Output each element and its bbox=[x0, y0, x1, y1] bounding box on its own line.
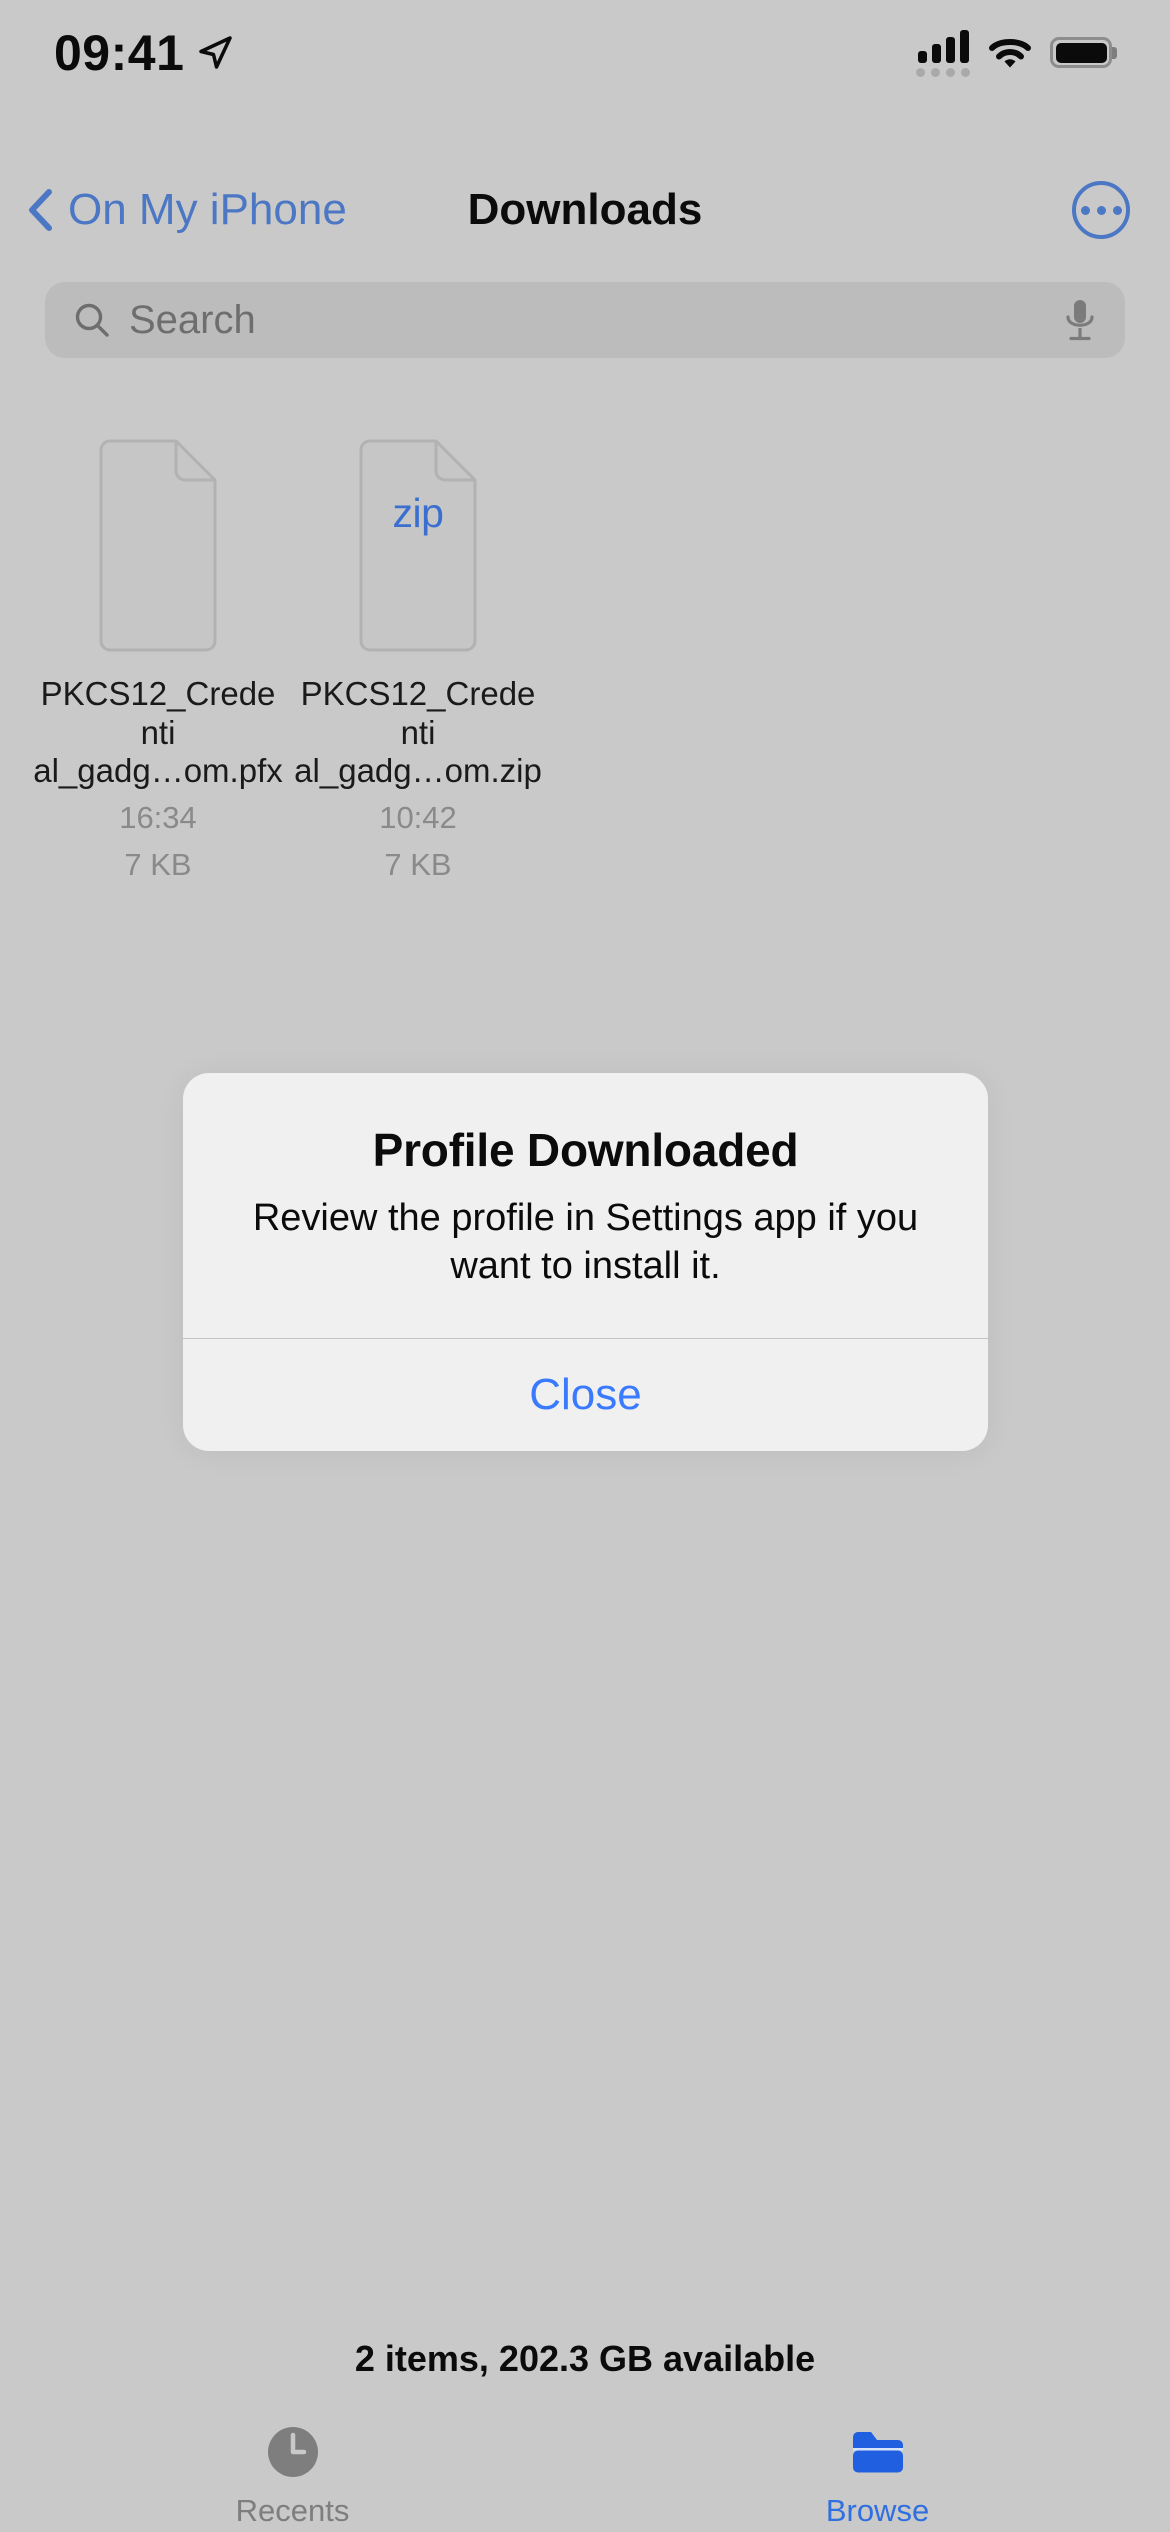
tab-browse-label: Browse bbox=[825, 2493, 930, 2528]
file-size: 7 KB bbox=[384, 847, 452, 883]
file-size: 7 KB bbox=[124, 847, 192, 883]
navigation-bar: On My iPhone Downloads bbox=[0, 160, 1170, 260]
battery-full-icon bbox=[1050, 37, 1112, 68]
iphone-files-app-screen: 09:41 On My iPhone Downloads Search PKCS… bbox=[0, 0, 1170, 2532]
microphone-icon[interactable] bbox=[1063, 297, 1097, 343]
file-item[interactable]: zip PKCS12_Credenti al_gadg…om.zip 10:42 … bbox=[288, 438, 548, 885]
wifi-icon bbox=[989, 38, 1031, 67]
close-button[interactable]: Close bbox=[183, 1339, 988, 1451]
search-bar[interactable]: Search bbox=[45, 282, 1125, 358]
ellipsis-dot bbox=[1096, 205, 1106, 215]
more-options-button[interactable] bbox=[1072, 181, 1130, 239]
page-title: Downloads bbox=[467, 185, 703, 234]
zip-document-icon: zip bbox=[358, 438, 478, 653]
items-status-label: 2 items, 202.3 GB available bbox=[354, 2338, 816, 2379]
file-grid: PKCS12_Credenti al_gadg…om.pfx 16:34 7 KB… bbox=[0, 438, 1170, 885]
status-bar: 09:41 bbox=[0, 0, 1170, 105]
search-input[interactable]: Search bbox=[129, 298, 1063, 343]
tab-bar: Recents Browse bbox=[0, 2415, 1170, 2532]
tab-recents[interactable]: Recents bbox=[0, 2415, 585, 2532]
file-name: PKCS12_Credenti al_gadg…om.zip bbox=[294, 675, 542, 790]
tab-recents-label: Recents bbox=[235, 2493, 350, 2528]
zip-badge-label: zip bbox=[392, 490, 444, 536]
clock-icon bbox=[262, 2421, 324, 2483]
file-time: 16:34 bbox=[119, 799, 197, 835]
alert-title: Profile Downloaded bbox=[372, 1124, 799, 1176]
folder-icon bbox=[847, 2421, 909, 2483]
ellipsis-dot bbox=[1080, 205, 1090, 215]
tab-browse[interactable]: Browse bbox=[585, 2415, 1170, 2532]
file-name: PKCS12_Credenti al_gadg…om.pfx bbox=[33, 675, 283, 790]
alert-dialog: Profile Downloaded Review the profile in… bbox=[183, 1073, 988, 1451]
alert-dialog-body: Profile Downloaded Review the profile in… bbox=[183, 1073, 988, 1338]
status-bar-left: 09:41 bbox=[54, 24, 233, 82]
document-icon bbox=[98, 438, 218, 653]
file-time: 10:42 bbox=[379, 799, 457, 835]
alert-message: Review the profile in Settings app if yo… bbox=[252, 1197, 919, 1287]
status-bar-right bbox=[916, 29, 1112, 77]
ellipsis-dot bbox=[1112, 205, 1122, 215]
cellular-bars-icon bbox=[916, 29, 970, 77]
magnifying-glass-icon bbox=[75, 303, 109, 337]
file-item[interactable]: PKCS12_Credenti al_gadg…om.pfx 16:34 7 KB bbox=[28, 438, 288, 885]
location-arrow-icon bbox=[199, 35, 233, 69]
status-bar-clock: 09:41 bbox=[54, 24, 185, 81]
